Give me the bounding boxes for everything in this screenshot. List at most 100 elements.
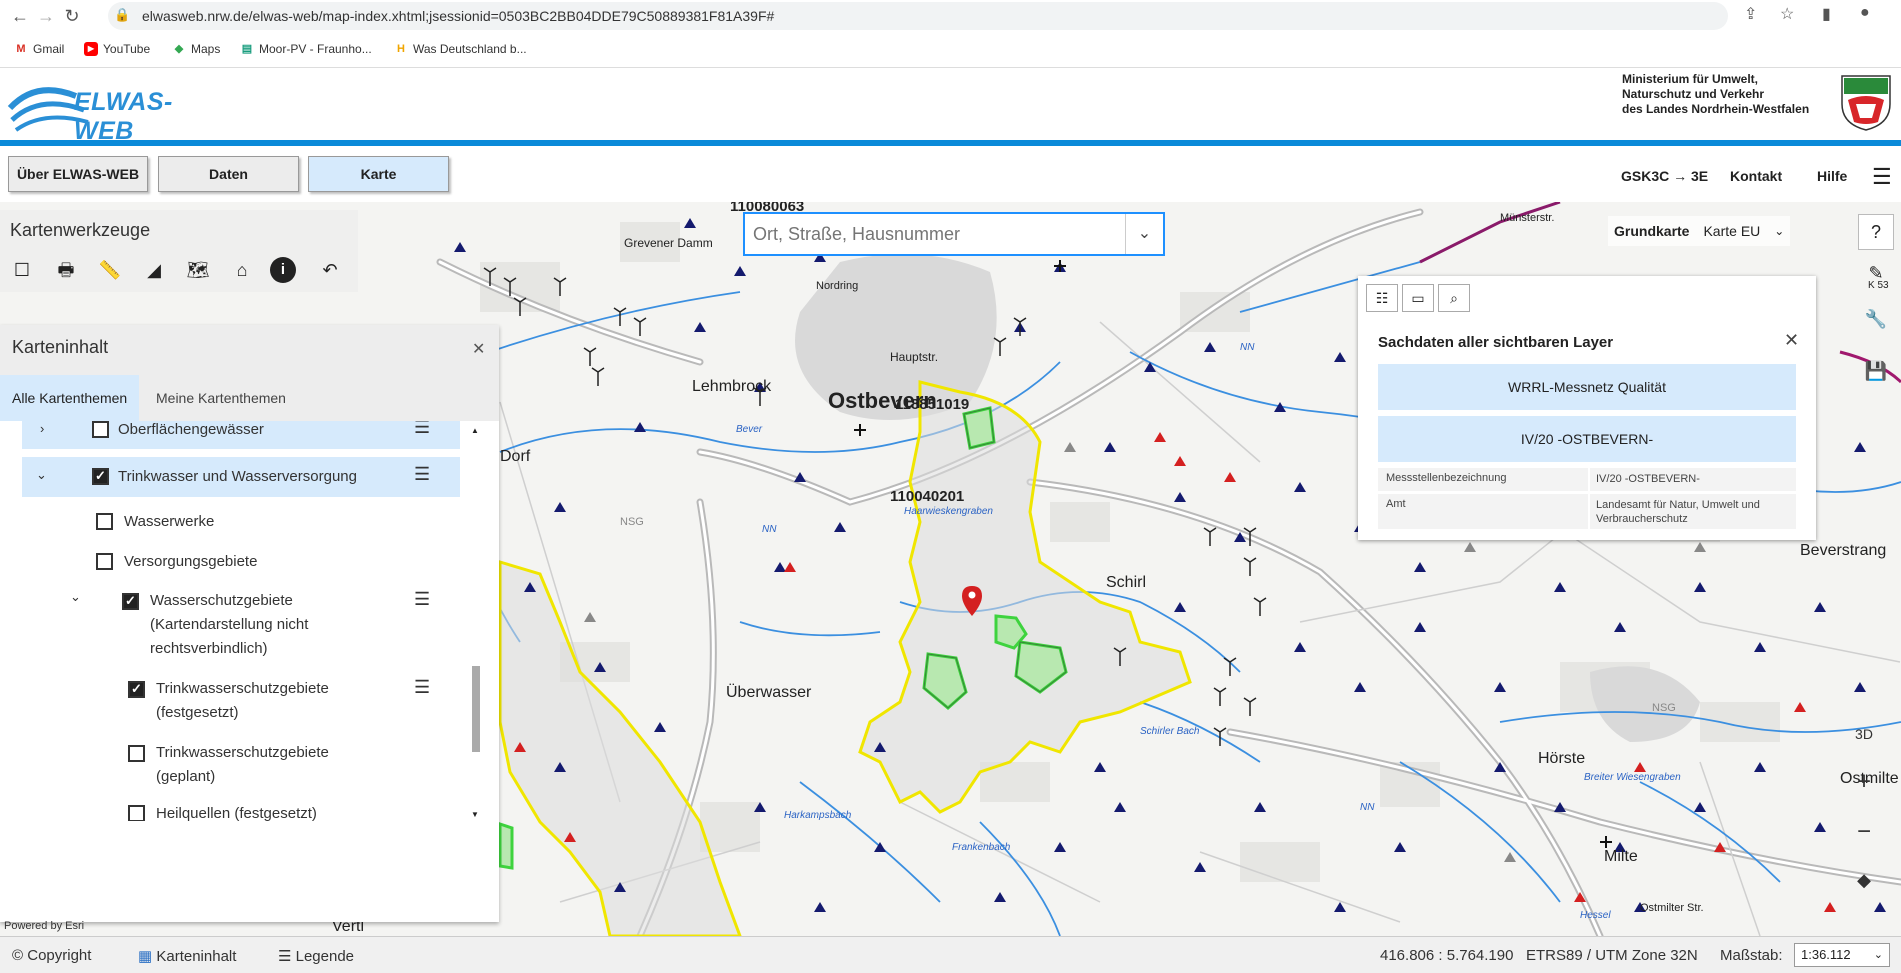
layer-menu-icon[interactable]: ☰ xyxy=(414,464,430,485)
help-icon[interactable]: ? xyxy=(1858,214,1894,250)
undo-icon[interactable]: ↶ xyxy=(314,254,346,286)
print-icon[interactable]: 🖶 xyxy=(50,254,82,286)
close-icon[interactable]: ✕ xyxy=(472,339,485,359)
basemap-value[interactable]: Karte EU xyxy=(1703,223,1760,239)
layer-menu-icon[interactable]: ☰ xyxy=(414,677,430,698)
layer-checkbox[interactable] xyxy=(122,593,139,610)
measure-area-icon[interactable]: ◢ xyxy=(138,254,170,286)
save-icon[interactable]: 💾 xyxy=(1858,354,1894,390)
street-label: Hauptstr. xyxy=(890,350,939,364)
bookmark-maps[interactable]: ◆ Maps xyxy=(172,42,221,56)
scrollbar-thumb[interactable] xyxy=(472,666,480,752)
copyright-button[interactable]: © Copyright xyxy=(12,947,91,964)
bookmark-gmail[interactable]: M Gmail xyxy=(14,42,64,56)
layer-row-twsg-geplant[interactable]: Trinkwasserschutzgebiete (geplant) xyxy=(22,737,460,789)
attribute-row: Amt Landesamt für Natur, Umwelt und Verb… xyxy=(1378,494,1796,530)
layer-row-twsg-festgesetzt[interactable]: Trinkwasserschutzgebiete (festgesetzt) ☰ xyxy=(22,673,460,725)
sidepanel-icon[interactable]: ▮ xyxy=(1822,4,1831,24)
nrw-extent-icon[interactable]: 🗺 xyxy=(182,254,214,286)
bookmark-fraunhofer[interactable]: ▤ Moor-PV - Fraunho... xyxy=(240,42,372,56)
gsk-link[interactable]: GSK3C → 3E xyxy=(1621,168,1708,184)
list-icon[interactable]: ☷ xyxy=(1366,284,1398,312)
share-icon[interactable]: ⇪ xyxy=(1744,4,1757,24)
feature-info-popup: ☷ ▭ ⌕ Sachdaten aller sichtbaren Layer ✕… xyxy=(1358,276,1816,540)
window-icon[interactable]: ▭ xyxy=(1402,284,1434,312)
tab-ueber-elwas[interactable]: Über ELWAS-WEB xyxy=(8,156,148,192)
scrollbar[interactable]: ▲ ▼ xyxy=(470,426,482,821)
zoom-in-icon[interactable]: + xyxy=(1846,764,1882,800)
layer-checkbox[interactable] xyxy=(128,805,145,821)
menu-icon[interactable]: ☰ xyxy=(1872,164,1892,190)
chevron-right-icon[interactable]: › xyxy=(40,421,44,436)
layer-row-trinkwasser[interactable]: ⌄ Trinkwasser und Wasserversorgung ☰ xyxy=(22,457,460,497)
chevron-down-icon[interactable]: ⌄ xyxy=(36,467,47,483)
layer-checkbox[interactable] xyxy=(92,468,109,485)
karteninhalt-button[interactable]: ▦ Karteninhalt xyxy=(138,947,236,965)
back-icon[interactable]: ← xyxy=(8,4,32,28)
select-square-icon[interactable]: ☐ xyxy=(6,254,38,286)
forward-icon[interactable]: → xyxy=(34,4,58,28)
tab-daten[interactable]: Daten xyxy=(158,156,299,192)
elwas-logo[interactable]: ELWAS-WEB xyxy=(6,74,226,145)
ministry-name: Ministerium für Umwelt, Naturschutz und … xyxy=(1622,72,1812,117)
chevron-down-icon[interactable]: ⌄ xyxy=(1125,214,1163,254)
legende-button[interactable]: ☰ Legende xyxy=(278,947,354,965)
nsg-label: NSG xyxy=(620,516,644,528)
measure-distance-icon[interactable]: 📏 xyxy=(94,254,126,286)
main-nav: Über ELWAS-WEB Daten Karte GSK3C → 3E Ko… xyxy=(0,146,1901,202)
layer-menu-icon[interactable]: ☰ xyxy=(414,589,430,610)
address-search[interactable]: ⌄ xyxy=(743,212,1165,256)
attribute-key: Messstellenbezeichnung xyxy=(1386,472,1507,484)
search-input[interactable] xyxy=(753,220,1113,248)
powered-by[interactable]: Powered by Esri xyxy=(4,920,84,932)
3d-icon[interactable]: 3D xyxy=(1846,716,1882,752)
layer-checkbox[interactable] xyxy=(128,745,145,762)
ministry-line: Ministerium für Umwelt, xyxy=(1622,72,1759,86)
chevron-down-icon[interactable]: ⌄ xyxy=(70,589,81,605)
crs-label[interactable]: ETRS89 / UTM Zone 32N xyxy=(1526,947,1698,964)
kontakt-link[interactable]: Kontakt xyxy=(1730,168,1782,184)
street-label: Münsterstr. xyxy=(1500,212,1555,224)
layer-row-heilquellen[interactable]: Heilquellen (festgesetzt) xyxy=(22,799,460,821)
close-icon[interactable]: ✕ xyxy=(1784,330,1799,351)
tab-karte[interactable]: Karte xyxy=(308,156,449,192)
zoom-out-icon[interactable]: − xyxy=(1846,814,1882,850)
star-icon[interactable]: ☆ xyxy=(1780,4,1794,24)
bookmark-youtube[interactable]: ▶ YouTube xyxy=(84,42,150,56)
reload-icon[interactable]: ↻ xyxy=(60,4,84,28)
profile-icon[interactable]: ● xyxy=(1860,4,1870,22)
address-bar[interactable]: 🔒 elwasweb.nrw.de/elwas-web/map-index.xh… xyxy=(108,2,1728,30)
scroll-down-icon[interactable]: ▼ xyxy=(471,810,479,819)
copyright-icon: © xyxy=(12,947,24,964)
pencil-icon[interactable]: ✎ xyxy=(1858,256,1894,292)
info-icon[interactable]: i xyxy=(270,257,296,283)
basemap-selector[interactable]: Grundkarte Karte EU ⌄ xyxy=(1608,216,1791,246)
tab-meine-kartenthemen[interactable]: Meine Kartenthemen xyxy=(144,375,298,421)
url-text[interactable]: elwasweb.nrw.de/elwas-web/map-index.xhtm… xyxy=(142,8,774,24)
layer-checkbox[interactable] xyxy=(128,681,145,698)
scroll-up-icon[interactable]: ▲ xyxy=(471,426,479,435)
layer-checkbox[interactable] xyxy=(92,421,109,438)
layer-checkbox[interactable] xyxy=(96,553,113,570)
layer-checkbox[interactable] xyxy=(96,513,113,530)
layer-row-wasserschutzgebiete[interactable]: ⌄ Wasserschutzgebiete (Kartendarstellung… xyxy=(22,583,460,659)
tab-alle-kartenthemen[interactable]: Alle Kartenthemen xyxy=(0,375,140,421)
chevron-down-icon[interactable]: ⌄ xyxy=(1774,224,1784,238)
compass-icon[interactable]: ◆ xyxy=(1846,862,1882,898)
layer-row-versorgungsgebiete[interactable]: Versorgungsgebiete xyxy=(22,545,460,579)
divider xyxy=(1588,494,1590,529)
scale-select[interactable]: 1:36.112 ⌄ xyxy=(1794,943,1890,967)
bookmark-label: YouTube xyxy=(103,42,151,56)
water-label: Schirler Bach xyxy=(1140,726,1200,737)
layer-menu-icon[interactable]: ☰ xyxy=(414,421,430,438)
chevron-down-icon[interactable]: ⌄ xyxy=(1874,944,1883,966)
bookmark-deutschland[interactable]: H Was Deutschland b... xyxy=(394,42,527,56)
layer-row-oberflaechengewaesser[interactable]: › Oberflächengewässer ☰ xyxy=(22,421,460,449)
home-icon[interactable]: ⌂ xyxy=(226,254,258,286)
zoom-to-icon[interactable]: ⌕ xyxy=(1438,284,1470,312)
layer-result-button[interactable]: WRRL-Messnetz Qualität xyxy=(1378,364,1796,410)
hilfe-link[interactable]: Hilfe xyxy=(1817,168,1847,184)
layer-row-wasserwerke[interactable]: Wasserwerke xyxy=(22,505,460,539)
wrench-icon[interactable]: 🔧 xyxy=(1858,302,1894,338)
feature-result-button[interactable]: IV/20 -OSTBEVERN- xyxy=(1378,416,1796,462)
